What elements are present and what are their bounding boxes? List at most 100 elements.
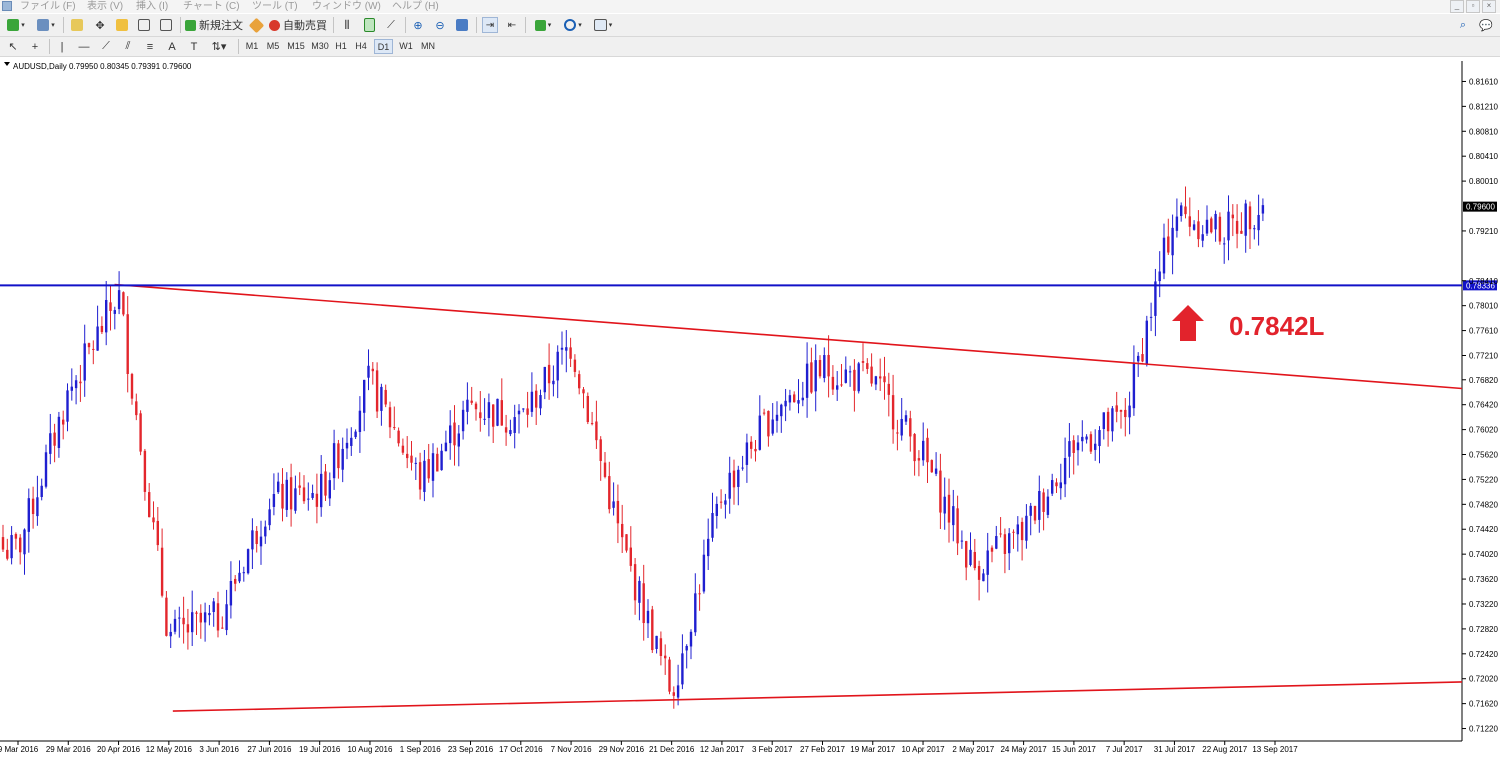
candle-body <box>814 360 817 392</box>
candle-body <box>328 480 331 499</box>
candle-body <box>294 488 297 511</box>
vertical-line-button[interactable]: | <box>55 39 69 54</box>
candle-body <box>866 363 869 369</box>
restore-icon[interactable]: ▫ <box>1466 0 1480 13</box>
trendline-button[interactable]: ⟋ <box>99 39 113 54</box>
y-tick-label: 0.76820 <box>1469 376 1498 385</box>
horizontal-line-icon: — <box>78 40 90 53</box>
tf-h4[interactable]: H4 <box>352 39 370 54</box>
text-label-button[interactable]: T <box>187 39 201 54</box>
x-tick-label: 19 Jul 2016 <box>299 745 341 754</box>
menu-chart[interactable]: チャート (C) <box>183 0 240 13</box>
channel-icon: ⫽ <box>125 40 131 52</box>
text-button[interactable]: A <box>165 39 179 54</box>
candle-body <box>861 361 865 363</box>
candle-body <box>844 369 847 383</box>
line-chart-button[interactable]: ⟋ <box>383 17 399 33</box>
candle-body <box>990 547 994 552</box>
candle-body <box>1042 492 1045 512</box>
candle-body <box>375 370 379 412</box>
tf-m15[interactable]: M15 <box>285 39 307 54</box>
zoom-in-button[interactable]: ⊕ <box>410 17 426 33</box>
tf-m5[interactable]: M5 <box>264 39 282 54</box>
tf-m30[interactable]: M30 <box>309 39 331 54</box>
candle-body <box>427 459 430 479</box>
candle-body <box>732 470 736 488</box>
chat-button[interactable]: 💬 <box>1478 17 1494 33</box>
menu-insert[interactable]: 挿入 (I) <box>136 0 168 13</box>
menu-window[interactable]: ウィンドウ (W) <box>312 0 381 13</box>
candle-body <box>689 631 693 647</box>
candle-body <box>354 431 357 438</box>
tf-mn[interactable]: MN <box>418 39 438 54</box>
fibonacci-button[interactable]: ≡ <box>143 39 157 54</box>
auto-scroll-button[interactable]: ⇥ <box>482 17 498 33</box>
candle-body <box>234 578 237 584</box>
tf-w1[interactable]: W1 <box>397 39 415 54</box>
candle-body <box>1020 521 1024 541</box>
candle-body <box>350 437 353 446</box>
cursor-button[interactable]: ↖ <box>6 39 20 54</box>
candle-body <box>1085 436 1088 440</box>
tile-windows-button[interactable] <box>454 17 470 33</box>
tf-h1[interactable]: H1 <box>333 39 349 54</box>
arrows-button[interactable]: ⇅▾ <box>207 39 231 54</box>
candle-body <box>14 534 18 539</box>
menu-help[interactable]: ヘルプ (H) <box>392 0 439 13</box>
new-chart-button[interactable]: ▾ <box>3 17 29 33</box>
text-label-icon: T <box>190 40 198 53</box>
crosshair-button[interactable]: + <box>28 39 42 54</box>
menu-file[interactable]: ファイル (F) <box>20 0 76 13</box>
market-watch-button[interactable] <box>69 17 85 33</box>
metaeditor-button[interactable] <box>248 17 264 33</box>
search-button[interactable]: ⌕ <box>1455 17 1471 33</box>
menu-view[interactable]: 表示 (V) <box>87 0 123 13</box>
candle-body <box>922 440 925 461</box>
menu-tools[interactable]: ツール (T) <box>252 0 298 13</box>
chart-shift-button[interactable]: ⇤ <box>504 17 520 33</box>
candle-body <box>827 354 830 377</box>
candle-body <box>229 580 233 606</box>
minimize-icon[interactable]: _ <box>1450 0 1464 13</box>
candle-body <box>633 564 637 601</box>
terminal-button[interactable] <box>136 17 152 33</box>
candle-body <box>1119 409 1123 412</box>
x-tick-label: 2 May 2017 <box>952 745 994 754</box>
templates-button[interactable]: ▾ <box>590 17 616 33</box>
new-order-button[interactable]: 新規注文 <box>185 17 243 33</box>
profiles-button[interactable]: ▾ <box>33 17 59 33</box>
horizontal-line-button[interactable]: — <box>77 39 91 54</box>
candle-body <box>926 437 929 463</box>
candlestick-button[interactable] <box>361 17 377 33</box>
zoom-out-button[interactable]: ⊖ <box>432 17 448 33</box>
tf-m1[interactable]: M1 <box>243 39 261 54</box>
periods-button[interactable]: ▾ <box>560 17 586 33</box>
data-window-button[interactable]: ✥ <box>92 17 108 33</box>
candle-body <box>307 498 310 500</box>
price-chart[interactable]: AUDUSD,Daily 0.79950 0.80345 0.79391 0.7… <box>0 57 1500 758</box>
tf-d1[interactable]: D1 <box>374 39 393 54</box>
candle-body <box>522 408 525 410</box>
candle-body <box>676 685 680 698</box>
candle-body <box>590 423 594 425</box>
candle-body <box>616 500 620 524</box>
auto-trading-button[interactable]: 自動売買 <box>269 17 327 33</box>
strategy-tester-button[interactable] <box>158 17 174 33</box>
candle-body <box>470 400 473 403</box>
candle-body <box>1244 203 1247 236</box>
candle-body <box>934 468 938 474</box>
indicators-button[interactable]: ▾ <box>530 17 556 33</box>
annotation-label: 0.7842L <box>1229 311 1325 341</box>
candle-body <box>1167 236 1170 253</box>
navigator-button[interactable] <box>114 17 130 33</box>
channel-button[interactable]: ⫽ <box>121 39 135 54</box>
candle-body <box>289 477 293 510</box>
close-icon[interactable]: × <box>1482 0 1496 13</box>
bar-chart-button[interactable]: ⫴ <box>339 17 355 33</box>
candle-body <box>831 376 835 390</box>
candle-body <box>474 403 478 410</box>
candle-body <box>264 526 267 537</box>
navigator-icon <box>116 19 128 31</box>
candle-body <box>487 402 491 419</box>
chart-shift-icon: ⇤ <box>507 19 517 31</box>
